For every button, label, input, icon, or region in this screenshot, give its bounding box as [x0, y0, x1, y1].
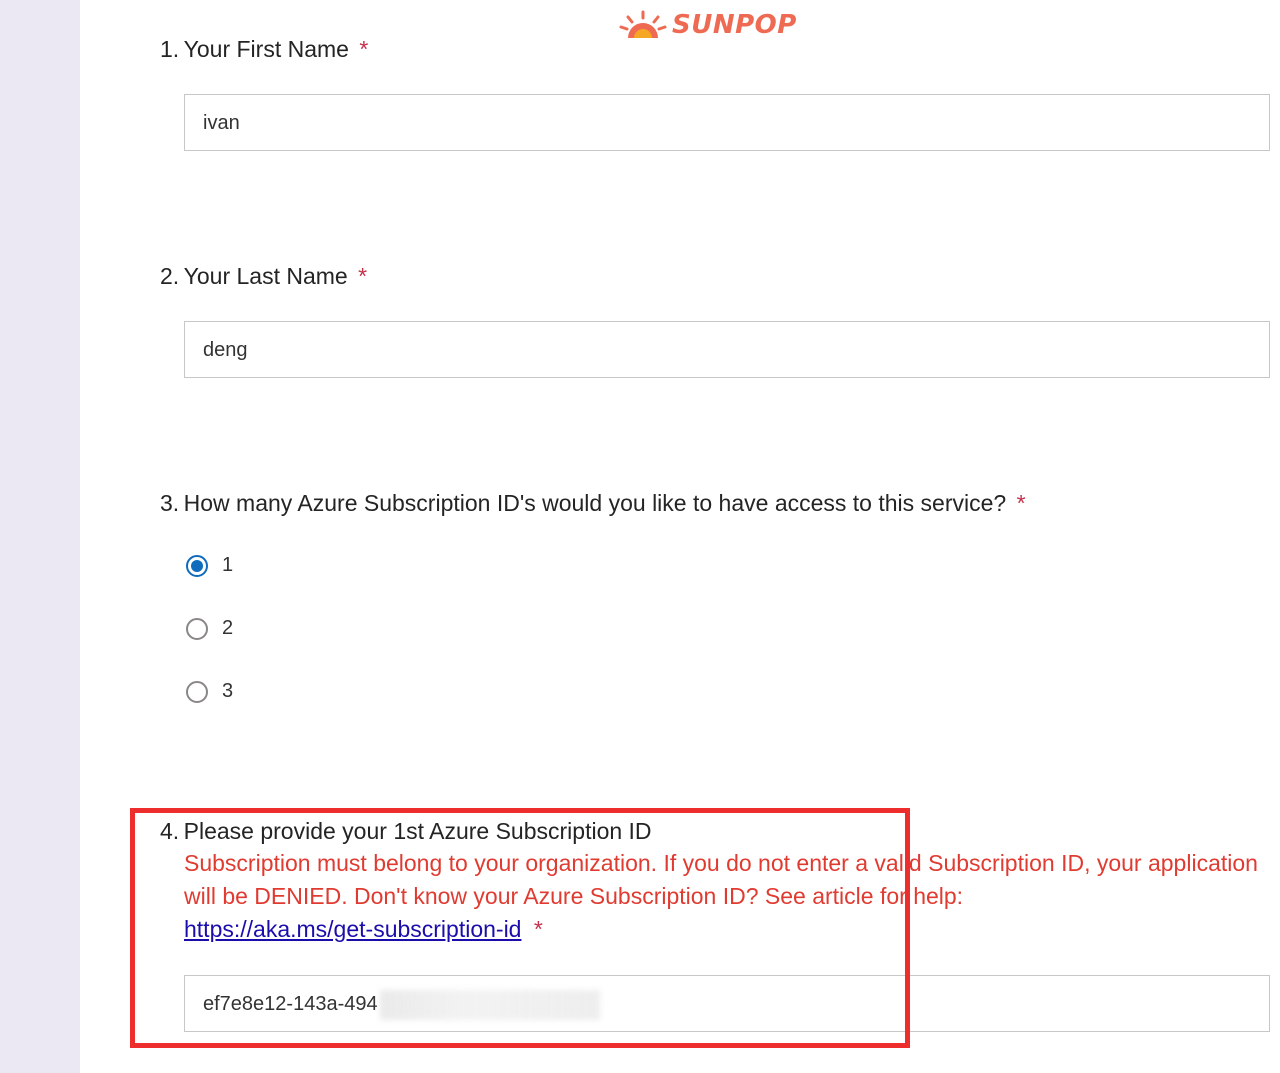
- radio-option-1[interactable]: 1: [186, 554, 233, 577]
- left-sidebar-rail: [0, 0, 80, 1073]
- sun-logo-icon: [619, 10, 667, 38]
- question-number: 1.: [160, 36, 180, 62]
- logo-text: SUNPOP: [672, 10, 797, 40]
- radio-label: 3: [222, 680, 234, 702]
- question-1-label: 1. Your First Name *: [160, 33, 368, 65]
- last-name-input[interactable]: deng: [184, 321, 1270, 378]
- question-3-label: 3. How many Azure Subscription ID's woul…: [160, 487, 1026, 519]
- required-marker: *: [358, 263, 368, 289]
- question-2-label: 2. Your Last Name *: [160, 260, 367, 292]
- highlight-annotation-box: [130, 808, 910, 1048]
- radio-label: 2: [222, 617, 234, 639]
- question-title: Your First Name: [183, 36, 349, 62]
- sunpop-logo: SUNPOP: [618, 8, 797, 42]
- radio-label: 1: [222, 554, 234, 576]
- radio-button[interactable]: [186, 617, 208, 640]
- radio-button[interactable]: [186, 680, 208, 703]
- question-title: Your Last Name: [183, 263, 348, 289]
- question-title: How many Azure Subscription ID's would y…: [183, 490, 1007, 516]
- question-number: 2.: [160, 263, 180, 289]
- required-marker: *: [1016, 490, 1026, 516]
- first-name-input[interactable]: ivan: [184, 94, 1270, 151]
- radio-option-2[interactable]: 2: [186, 617, 233, 640]
- question-number: 3.: [160, 490, 180, 516]
- radio-button-checked[interactable]: [186, 554, 208, 577]
- radio-option-3[interactable]: 3: [186, 680, 233, 703]
- required-marker: *: [359, 36, 369, 62]
